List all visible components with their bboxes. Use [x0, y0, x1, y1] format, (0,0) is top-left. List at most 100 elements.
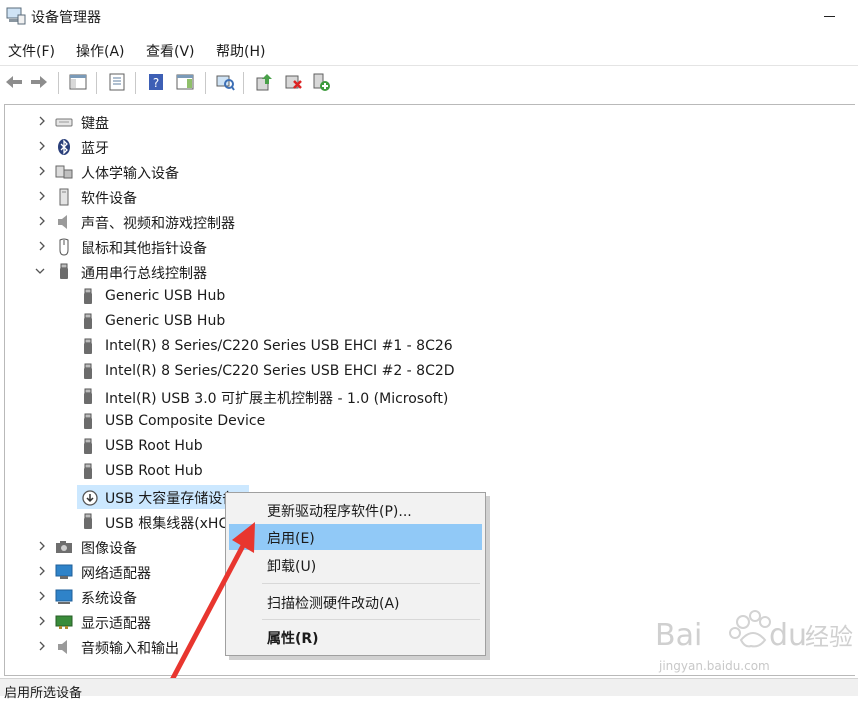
- tree-node-software-devices[interactable]: 软件设备: [5, 185, 845, 209]
- window-title: 设备管理器: [31, 10, 101, 26]
- tree-node-usb-device[interactable]: Intel(R) 8 Series/C220 Series USB EHCI #…: [5, 335, 845, 359]
- tree-label: 通用串行总线控制器: [81, 266, 207, 282]
- chevron-right-icon[interactable]: [36, 540, 48, 552]
- tree-label: Intel(R) USB 3.0 可扩展主机控制器 - 1.0 (Microso…: [105, 391, 449, 407]
- chevron-right-icon[interactable]: [36, 615, 48, 627]
- tree-node-usb-device[interactable]: USB Composite Device: [5, 410, 845, 434]
- menu-item-enable[interactable]: 启用(E): [229, 524, 482, 550]
- update-driver-icon[interactable]: [254, 72, 274, 92]
- toolbar-separator: [243, 72, 244, 94]
- usb-icon: [84, 388, 92, 404]
- action-pane-icon[interactable]: [175, 72, 195, 92]
- software-device-icon: [59, 188, 69, 206]
- back-icon[interactable]: [4, 72, 24, 92]
- chevron-right-icon[interactable]: [36, 190, 48, 202]
- disabled-device-icon: [82, 490, 98, 506]
- tree-node-sound[interactable]: 声音、视频和游戏控制器: [5, 210, 845, 234]
- tree-label: USB Root Hub: [105, 438, 203, 454]
- audio-io-icon: [58, 640, 67, 654]
- tree-node-hid[interactable]: 人体学输入设备: [5, 160, 845, 184]
- tree-label: 图像设备: [81, 541, 137, 557]
- bluetooth-icon: [58, 139, 70, 155]
- tree-label: 软件设备: [81, 191, 137, 207]
- menu-separator: [262, 583, 480, 584]
- tree-node-usb-device[interactable]: USB Root Hub: [5, 460, 845, 484]
- tree-node-bluetooth[interactable]: 蓝牙: [5, 135, 845, 159]
- usb-icon: [84, 288, 92, 304]
- chevron-right-icon[interactable]: [36, 140, 48, 152]
- speaker-icon: [58, 215, 67, 229]
- chevron-right-icon[interactable]: [36, 240, 48, 252]
- tree-node-usb-device[interactable]: Intel(R) USB 3.0 可扩展主机控制器 - 1.0 (Microso…: [5, 385, 845, 409]
- tree-label: Generic USB Hub: [105, 313, 226, 329]
- chevron-right-icon[interactable]: [36, 115, 48, 127]
- tree-label: Intel(R) 8 Series/C220 Series USB EHCI #…: [105, 363, 455, 379]
- toolbar: ?: [0, 65, 858, 99]
- hid-icon: [55, 165, 73, 179]
- menu-item-label: 卸载(U): [267, 559, 317, 575]
- usb-icon: [60, 263, 68, 279]
- tree-label: Generic USB Hub: [105, 288, 226, 304]
- tree-label: 键盘: [81, 116, 109, 132]
- toolbar-separator: [58, 72, 59, 94]
- keyboard-icon: [55, 118, 73, 127]
- chevron-right-icon[interactable]: [36, 165, 48, 177]
- tree-label: USB 根集线器(xHCI): [105, 516, 238, 532]
- tree-label: Intel(R) 8 Series/C220 Series USB EHCI #…: [105, 338, 453, 354]
- toolbar-separator: [135, 72, 136, 94]
- usb-icon: [84, 463, 92, 479]
- chevron-right-icon[interactable]: [36, 640, 48, 652]
- show-hide-console-tree-icon[interactable]: [68, 72, 88, 92]
- tree-node-usb-device[interactable]: Generic USB Hub: [5, 310, 845, 334]
- chevron-right-icon[interactable]: [36, 590, 48, 602]
- tree-label: 系统设备: [81, 591, 137, 607]
- usb-icon: [84, 438, 92, 454]
- forward-icon[interactable]: [29, 72, 49, 92]
- svg-text:Bai: Bai: [655, 618, 702, 653]
- tree-label: 蓝牙: [81, 141, 109, 157]
- tree-node-mouse[interactable]: 鼠标和其他指针设备: [5, 235, 845, 259]
- status-text: 启用所选设备: [4, 686, 83, 701]
- menu-bar: 文件(F) 操作(A) 查看(V) 帮助(H): [0, 38, 858, 62]
- tree-node-usb-device[interactable]: Generic USB Hub: [5, 285, 845, 309]
- tree-label: 显示适配器: [81, 616, 151, 632]
- scan-hardware-icon[interactable]: [215, 72, 235, 92]
- menu-item-label: 属性(R): [267, 631, 319, 647]
- tree-label: 网络适配器: [81, 566, 151, 582]
- svg-text:du: du: [769, 618, 807, 653]
- menu-action[interactable]: 操作(A): [76, 41, 125, 61]
- tree-node-keyboard[interactable]: 键盘: [5, 110, 845, 134]
- chevron-right-icon[interactable]: [36, 215, 48, 227]
- tree-label: 人体学输入设备: [81, 166, 179, 182]
- properties-icon[interactable]: [107, 72, 127, 92]
- tree-node-usb-device[interactable]: USB Root Hub: [5, 435, 845, 459]
- menu-separator: [262, 619, 480, 620]
- menu-item-uninstall[interactable]: 卸载(U): [229, 552, 482, 578]
- minimize-button[interactable]: [808, 0, 852, 32]
- toolbar-separator: [96, 72, 97, 94]
- menu-file[interactable]: 文件(F): [8, 41, 55, 61]
- svg-text:经验: 经验: [805, 623, 853, 651]
- toolbar-separator: [205, 72, 206, 94]
- menu-item-update-driver[interactable]: 更新驱动程序软件(P)...: [229, 497, 482, 523]
- menu-help[interactable]: 帮助(H): [216, 41, 265, 61]
- chevron-down-icon[interactable]: [34, 265, 46, 277]
- tree-label: USB Root Hub: [105, 463, 203, 479]
- svg-text:jingyan.baidu.com: jingyan.baidu.com: [658, 659, 770, 673]
- usb-icon: [84, 363, 92, 379]
- enable-device-icon[interactable]: [311, 72, 331, 92]
- chevron-right-icon[interactable]: [36, 565, 48, 577]
- camera-icon: [56, 541, 72, 553]
- menu-item-properties[interactable]: 属性(R): [229, 624, 482, 650]
- device-manager-icon: [6, 7, 26, 25]
- menu-item-label: 更新驱动程序软件(P)...: [267, 504, 412, 520]
- tree-node-usb-device[interactable]: Intel(R) 8 Series/C220 Series USB EHCI #…: [5, 360, 845, 384]
- title-bar: 设备管理器: [0, 0, 858, 34]
- tree-node-usb-controllers[interactable]: 通用串行总线控制器: [5, 260, 845, 284]
- status-bar: 启用所选设备: [0, 678, 858, 701]
- menu-view[interactable]: 查看(V): [146, 41, 195, 61]
- help-icon[interactable]: ?: [146, 72, 166, 92]
- menu-item-scan-hardware[interactable]: 扫描检测硬件改动(A): [229, 589, 482, 615]
- uninstall-device-icon[interactable]: [283, 72, 303, 92]
- tree-label: 鼠标和其他指针设备: [81, 241, 207, 257]
